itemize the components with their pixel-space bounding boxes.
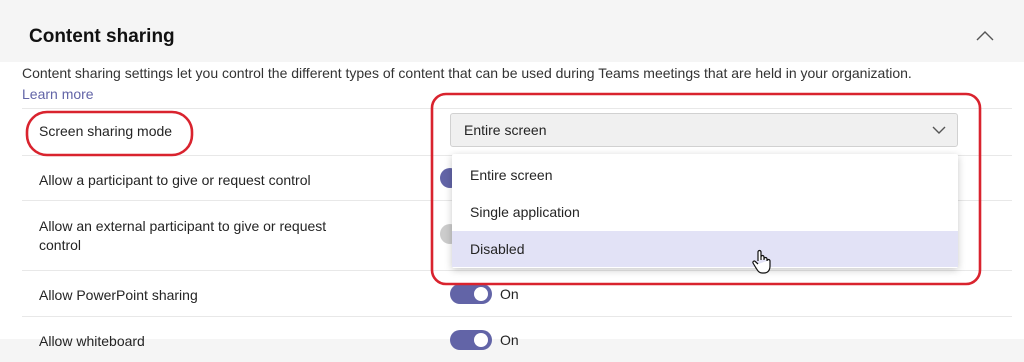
external-control-label: Allow an external participant to give or…	[39, 217, 326, 255]
learn-more-link[interactable]: Learn more	[22, 86, 94, 102]
menu-item-single-application[interactable]: Single application	[452, 194, 958, 230]
menu-item-label: Single application	[470, 204, 580, 220]
toggle-knob	[474, 333, 488, 347]
whiteboard-label: Allow whiteboard	[39, 333, 145, 349]
menu-item-label: Disabled	[470, 241, 525, 257]
whiteboard-toggle[interactable]	[450, 330, 492, 350]
screen-sharing-label: Screen sharing mode	[39, 123, 173, 139]
collapse-button[interactable]	[972, 26, 998, 46]
menu-item-entire-screen[interactable]: Entire screen	[452, 157, 958, 193]
toggle-knob	[474, 287, 488, 301]
section-header: Content sharing	[0, 0, 1024, 64]
menu-item-label: Entire screen	[470, 167, 553, 183]
section-title: Content sharing	[29, 26, 175, 47]
powerpoint-toggle[interactable]	[450, 284, 492, 304]
powerpoint-label: Allow PowerPoint sharing	[39, 287, 198, 303]
powerpoint-toggle-state: On	[500, 286, 519, 302]
menu-item-disabled[interactable]: Disabled	[452, 231, 958, 267]
dropdown-menu: Entire screen Single application Disable…	[452, 154, 958, 268]
screen-sharing-dropdown[interactable]: Entire screen	[450, 113, 958, 147]
chevron-down-icon	[932, 126, 946, 134]
external-control-label-line1: Allow an external participant to give or…	[39, 218, 327, 234]
whiteboard-toggle-state: On	[500, 332, 519, 348]
participant-control-label: Allow a participant to give or request c…	[39, 172, 311, 188]
section-description: Content sharing settings let you control…	[22, 65, 912, 81]
external-control-label-line2: control	[39, 237, 82, 253]
dropdown-selected-value: Entire screen	[464, 122, 547, 138]
chevron-up-icon	[976, 31, 994, 41]
